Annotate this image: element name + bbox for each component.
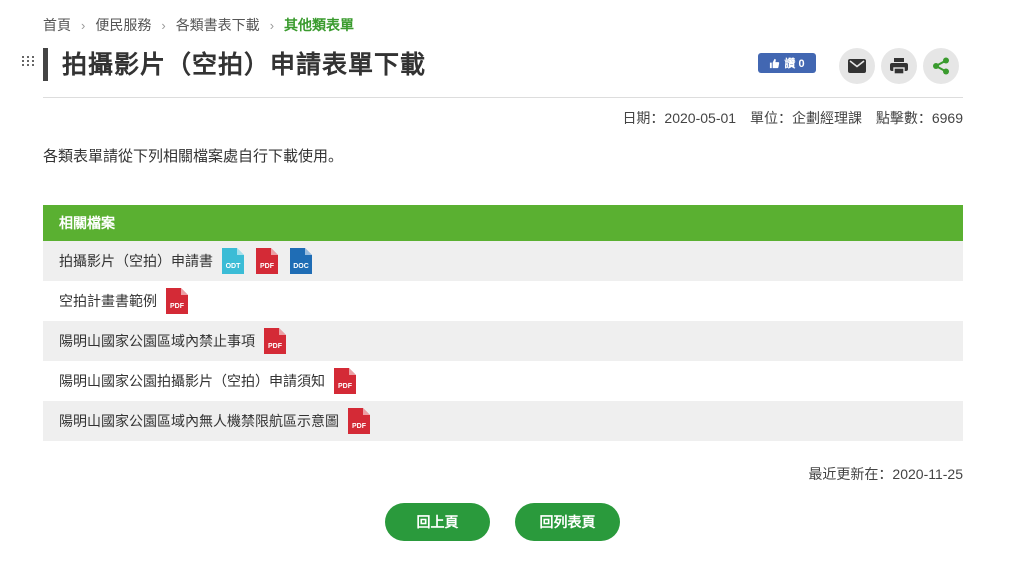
- intro-text: 各類表單請從下列相關檔案處自行下載使用。: [43, 148, 344, 165]
- file-format-label: PDF: [338, 383, 352, 390]
- share-button[interactable]: [923, 48, 959, 84]
- article-meta: 日期：2020-05-01 單位：企劃經理課 點擊數：6969: [612, 108, 963, 128]
- pdf-file-icon[interactable]: PDF: [256, 248, 278, 274]
- chevron-right-icon: ›: [81, 17, 86, 33]
- file-format-label: PDF: [268, 343, 282, 350]
- related-files-heading: 相關檔案: [43, 205, 963, 241]
- breadcrumb: 首頁 › 便民服務 › 各類書表下載 › 其他類表單: [43, 15, 354, 35]
- drag-handle-icon: [22, 56, 34, 68]
- title-divider: [43, 97, 963, 98]
- odt-file-icon[interactable]: ODT: [222, 248, 244, 274]
- file-name: 陽明山國家公園區域內無人機禁限航區示意圖: [59, 413, 339, 429]
- doc-file-icon[interactable]: DOC: [290, 248, 312, 274]
- file-name: 空拍計畫書範例: [59, 293, 157, 309]
- chevron-right-icon: ›: [161, 17, 166, 33]
- file-row: 陽明山國家公園拍攝影片（空拍）申請須知 PDF: [43, 361, 963, 401]
- pdf-file-icon[interactable]: PDF: [348, 408, 370, 434]
- share-icon: [933, 57, 949, 75]
- file-row: 拍攝影片（空拍）申請書 ODT PDF DOC: [43, 241, 963, 281]
- file-format-label: ODT: [225, 263, 241, 270]
- title-accent-bar: [43, 48, 48, 81]
- mail-icon: [848, 59, 866, 73]
- last-updated: 最近更新在：2020-11-25: [808, 466, 963, 482]
- file-format-label: PDF: [352, 423, 366, 430]
- breadcrumb-forms[interactable]: 各類書表下載: [176, 15, 260, 35]
- email-button[interactable]: [839, 48, 875, 84]
- page-title: 拍攝影片（空拍）申請表單下載: [62, 51, 427, 79]
- pdf-file-icon[interactable]: PDF: [334, 368, 356, 394]
- print-icon: [890, 58, 908, 75]
- meta-date: 日期：2020-05-01: [622, 110, 737, 126]
- breadcrumb-current[interactable]: 其他類表單: [284, 15, 354, 35]
- file-format-label: PDF: [260, 263, 274, 270]
- thumbs-up-icon: [770, 58, 780, 68]
- file-row: 陽明山國家公園區域內無人機禁限航區示意圖 PDF: [43, 401, 963, 441]
- breadcrumb-services[interactable]: 便民服務: [95, 15, 151, 35]
- back-to-list-button[interactable]: 回列表頁: [515, 503, 620, 541]
- pdf-file-icon[interactable]: PDF: [264, 328, 286, 354]
- file-row: 空拍計畫書範例 PDF: [43, 281, 963, 321]
- meta-hits: 點擊數：6969: [875, 110, 963, 126]
- file-format-label: PDF: [170, 303, 184, 310]
- file-row: 陽明山國家公園區域內禁止事項 PDF: [43, 321, 963, 361]
- back-button[interactable]: 回上頁: [385, 503, 490, 541]
- pdf-file-icon[interactable]: PDF: [166, 288, 188, 314]
- related-files: 相關檔案 拍攝影片（空拍）申請書 ODT PDF DOC 空拍計畫書範例 PDF 陽明山國家…: [43, 205, 963, 441]
- file-name: 拍攝影片（空拍）申請書: [59, 253, 213, 269]
- meta-unit: 單位：企劃經理課: [749, 110, 862, 126]
- facebook-like-label: 讚 0: [784, 58, 805, 70]
- file-name: 陽明山國家公園區域內禁止事項: [59, 333, 255, 349]
- facebook-like-button[interactable]: 讚 0: [758, 53, 816, 73]
- print-button[interactable]: [881, 48, 917, 84]
- chevron-right-icon: ›: [269, 17, 275, 33]
- file-name: 陽明山國家公園拍攝影片（空拍）申請須知: [59, 373, 325, 389]
- breadcrumb-home[interactable]: 首頁: [43, 15, 71, 35]
- file-format-label: DOC: [293, 263, 309, 270]
